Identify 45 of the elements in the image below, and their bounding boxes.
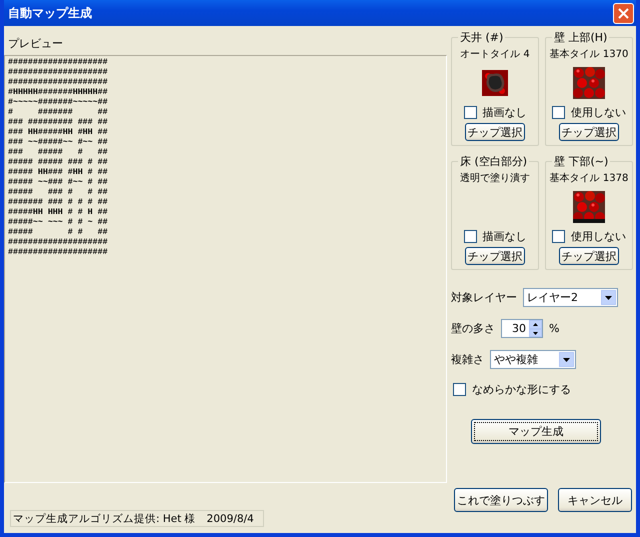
checkbox[interactable]: [464, 230, 476, 244]
wall-amount-spinner[interactable]: 30: [501, 319, 543, 338]
group-title: 天井 (#): [459, 30, 504, 46]
checkbox-label: 使用しない: [571, 229, 626, 244]
chip-select-button[interactable]: チップ選択: [465, 247, 525, 266]
cancel-button[interactable]: キャンセル: [558, 488, 632, 512]
chip-select-button[interactable]: チップ選択: [559, 247, 619, 266]
checkbox[interactable]: [464, 106, 476, 120]
checkbox[interactable]: [453, 383, 466, 396]
fill-button[interactable]: これで塗りつぶす: [454, 488, 548, 512]
tile-icon: [573, 67, 605, 100]
down-arrow-icon: [533, 332, 538, 335]
generate-map-button[interactable]: マップ生成: [471, 419, 601, 444]
tile-description: 透明で塗り潰す: [460, 172, 530, 186]
close-button[interactable]: [613, 2, 634, 24]
percent-unit: %: [549, 322, 560, 336]
group-title: 壁 下部(~): [553, 154, 610, 170]
close-icon: [618, 8, 629, 19]
group-title: 壁 上部(H): [553, 30, 608, 46]
tile-icon: [482, 70, 508, 96]
chip-select-button[interactable]: チップ選択: [465, 123, 525, 142]
tile-description: 基本タイル 1370: [550, 48, 628, 62]
tile-description: オートタイル 4: [460, 48, 530, 62]
group-title: 床 (空白部分): [459, 154, 528, 170]
credit-text: マップ生成アルゴリズム提供: Het 様 2009/8/4: [10, 510, 264, 528]
wall-amount-label: 壁の多さ: [451, 321, 495, 336]
complexity-dropdown[interactable]: やや複雑: [490, 350, 576, 370]
map-preview-text: #################### #################### #################### #HHHHH#######HHHHH## #~~~~~#######~~~~~## # ####### ## ### ######### ### ## ### HH#####HH #HH ## ### ~~#####~~ #~~ ## ### ##### # ## ##### ##### ### # ## ##### HH### #HH # ## ##### ~~### #~~ # ## ##### ### # # ## ####### ### # # # ## #####HH HHH # # H ## #####~~ ~~~ # # ~ ## ##### # # ## #################### ####################: [8, 58, 109, 258]
checkbox[interactable]: [552, 106, 565, 120]
preview-label: プレビュー: [7, 36, 64, 52]
tile-description: 基本タイル 1378: [550, 172, 628, 186]
checkbox-label: なめらかな形にする: [472, 382, 571, 398]
checkbox-label: 使用しない: [571, 105, 626, 120]
window-title: 自動マップ生成: [8, 4, 92, 22]
up-arrow-icon: [533, 323, 538, 326]
chip-select-button[interactable]: チップ選択: [559, 123, 619, 142]
complexity-label: 複雑さ: [451, 352, 484, 368]
layer-dropdown[interactable]: レイヤー2: [523, 288, 618, 308]
checkbox[interactable]: [552, 230, 565, 244]
target-layer-label: 対象レイヤー: [451, 290, 517, 306]
checkbox-label: 描画なし: [482, 229, 526, 244]
tile-icon: [573, 191, 605, 224]
dropdown-arrow-icon: [605, 296, 612, 300]
checkbox-label: 描画なし: [482, 105, 526, 120]
dropdown-arrow-icon: [563, 358, 570, 362]
